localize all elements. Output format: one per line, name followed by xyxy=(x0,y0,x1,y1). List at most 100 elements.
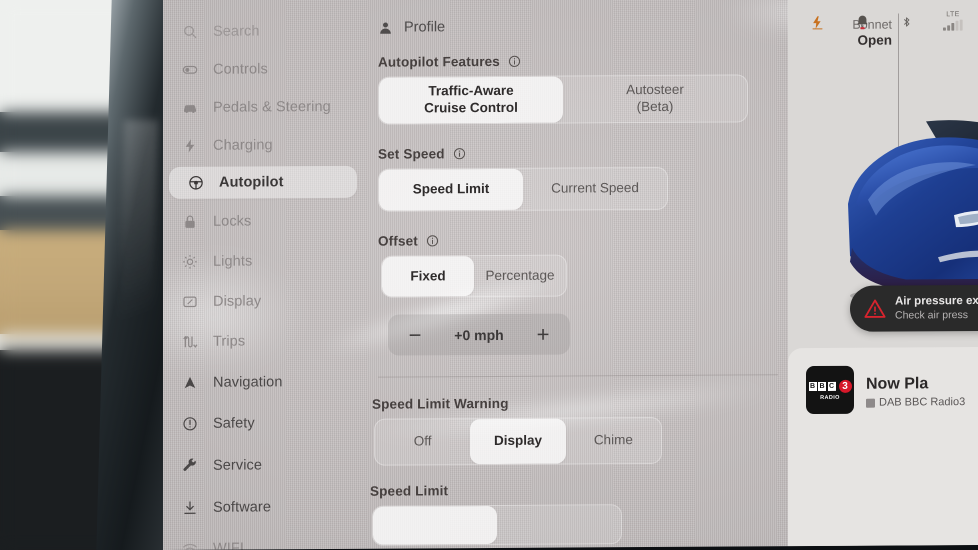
segment-warning-off[interactable]: Off xyxy=(375,419,470,465)
alert-circle-icon xyxy=(181,415,199,433)
sidebar-label-service: Service xyxy=(213,457,263,474)
offset-stepper[interactable]: − +0 mph + xyxy=(388,313,570,356)
segment-fixed[interactable]: Fixed xyxy=(382,256,474,297)
segment-speed-limit-second[interactable] xyxy=(497,505,621,544)
album-art-radio-label: RADIO xyxy=(820,394,840,401)
status-icon-group: LTE xyxy=(810,11,963,32)
segment-warning-chime[interactable]: Chime xyxy=(566,418,661,464)
info-icon[interactable] xyxy=(426,234,439,247)
sidebar-label-software: Software xyxy=(213,499,272,516)
info-icon[interactable] xyxy=(453,147,466,160)
charging-bolt-icon[interactable] xyxy=(810,13,825,30)
autopilot-features-title: Autopilot Features xyxy=(378,53,500,70)
tesla-touchscreen: Bonnet Open Air pressure exc Check air p… xyxy=(163,0,978,550)
segment-autosteer-beta[interactable]: Autosteer (Beta) xyxy=(563,75,747,122)
sidebar-item-autopilot[interactable]: Autopilot xyxy=(169,165,357,199)
steering-wheel-icon xyxy=(187,174,205,192)
trips-icon xyxy=(181,333,199,351)
set-speed-title: Set Speed xyxy=(378,146,445,162)
sidebar-item-wifi[interactable]: WIFI xyxy=(163,533,244,550)
sidebar-item-locks[interactable]: Locks xyxy=(163,205,251,238)
vehicle-status-panel: Bonnet Open Air pressure exc Check air p… xyxy=(788,0,978,547)
segment-speed-limit[interactable]: Speed Limit xyxy=(379,168,523,211)
offset-value: +0 mph xyxy=(454,326,504,343)
set-speed-label: Set Speed xyxy=(378,144,788,162)
sidebar-item-display[interactable]: Display xyxy=(163,285,261,318)
sidebar-item-trips[interactable]: Trips xyxy=(163,325,245,358)
sidebar-label-autopilot: Autopilot xyxy=(219,174,284,191)
notification-bell-icon[interactable] xyxy=(855,13,870,31)
status-bar: Profile LTE xyxy=(378,9,978,43)
sidebar-label-pedals-steering: Pedals & Steering xyxy=(213,98,331,116)
alert-subtitle: Check air press xyxy=(895,308,968,322)
sidebar-item-software[interactable]: Software xyxy=(163,491,271,524)
autopilot-settings-pane: Autopilot Features Traffic-Aware Cruise … xyxy=(370,52,788,546)
channel-number: 3 xyxy=(838,379,852,393)
profile-button[interactable]: Profile xyxy=(378,19,446,36)
profile-label: Profile xyxy=(404,19,446,36)
media-source: DAB BBC Radio3 xyxy=(866,396,965,409)
speed-limit-title: Speed Limit xyxy=(370,483,449,499)
search-icon xyxy=(181,23,199,41)
segment-warning-display[interactable]: Display xyxy=(470,418,566,465)
warning-triangle-icon xyxy=(864,299,886,318)
segment-traffic-aware-cruise-control[interactable]: Traffic-Aware Cruise Control xyxy=(379,76,563,124)
lock-icon xyxy=(181,213,199,231)
download-icon xyxy=(181,499,199,517)
speed-limit-warning-label: Speed Limit Warning xyxy=(372,394,788,412)
bluetooth-icon[interactable] xyxy=(900,13,913,30)
dab-icon xyxy=(866,398,875,408)
toggle-icon xyxy=(181,61,199,79)
lte-signal-icon[interactable]: LTE xyxy=(943,11,963,31)
info-icon[interactable] xyxy=(508,55,521,68)
sidebar-item-lights[interactable]: Lights xyxy=(163,245,252,278)
media-source-label: DAB BBC Radio3 xyxy=(879,396,966,409)
sidebar-item-charging[interactable]: Charging xyxy=(163,129,273,162)
tire-pressure-alert-card[interactable]: Air pressure exc Check air press xyxy=(850,284,978,332)
sidebar-label-navigation: Navigation xyxy=(213,374,283,391)
offset-decrement-button[interactable]: − xyxy=(404,322,426,347)
sidebar-item-navigation[interactable]: Navigation xyxy=(163,366,283,399)
display-icon xyxy=(181,293,199,311)
speed-limit-warning-segmented-control[interactable]: Off Display Chime xyxy=(374,416,662,466)
sidebar-label-lights: Lights xyxy=(213,253,253,270)
search-placeholder: Search xyxy=(213,23,260,40)
person-icon xyxy=(380,22,391,34)
vehicle-illustration[interactable] xyxy=(834,111,978,312)
sidebar-label-controls: Controls xyxy=(213,61,268,78)
sidebar-label-display: Display xyxy=(213,293,262,310)
wifi-icon xyxy=(181,540,199,550)
sidebar-label-locks: Locks xyxy=(213,213,252,230)
sidebar-label-charging: Charging xyxy=(213,137,273,154)
screenshot-stage: Bonnet Open Air pressure exc Check air p… xyxy=(0,0,978,550)
segment-speed-limit-first[interactable] xyxy=(373,505,497,545)
wrench-icon xyxy=(181,457,199,475)
search-input[interactable]: Search xyxy=(163,15,260,48)
car-icon xyxy=(181,99,199,117)
sidebar-item-controls[interactable]: Controls xyxy=(163,53,268,86)
segment-current-speed[interactable]: Current Speed xyxy=(523,168,667,210)
album-art[interactable]: BBC 3 RADIO xyxy=(806,365,854,415)
offset-title: Offset xyxy=(378,233,418,249)
sidebar-item-safety[interactable]: Safety xyxy=(163,407,255,440)
settings-sidebar: Search Controls Pedals & Steering Chargi… xyxy=(163,0,378,550)
sun-icon xyxy=(181,253,199,271)
speed-limit-segmented-control[interactable] xyxy=(372,504,622,546)
offset-segmented-control[interactable]: Fixed Percentage xyxy=(381,254,567,298)
now-playing-title: Now Pla xyxy=(866,375,929,393)
autopilot-features-segmented-control[interactable]: Traffic-Aware Cruise Control Autosteer (… xyxy=(378,74,748,125)
segment-percentage[interactable]: Percentage xyxy=(474,256,566,297)
offset-label: Offset xyxy=(378,231,788,249)
autopilot-features-label: Autopilot Features xyxy=(378,52,788,70)
set-speed-segmented-control[interactable]: Speed Limit Current Speed xyxy=(378,166,668,212)
offset-increment-button[interactable]: + xyxy=(532,321,554,346)
sidebar-item-pedals-steering[interactable]: Pedals & Steering xyxy=(163,91,331,124)
section-divider xyxy=(378,374,778,378)
media-player-card[interactable]: BBC 3 RADIO Now Pla DAB BBC Radio3 xyxy=(788,347,978,547)
navigation-arrow-icon xyxy=(181,374,199,392)
speed-limit-label: Speed Limit xyxy=(370,481,788,499)
sidebar-item-service[interactable]: Service xyxy=(163,449,262,482)
sidebar-label-safety: Safety xyxy=(213,415,255,432)
sidebar-label-trips: Trips xyxy=(213,333,246,350)
sidebar-label-wifi: WIFI xyxy=(213,540,245,550)
